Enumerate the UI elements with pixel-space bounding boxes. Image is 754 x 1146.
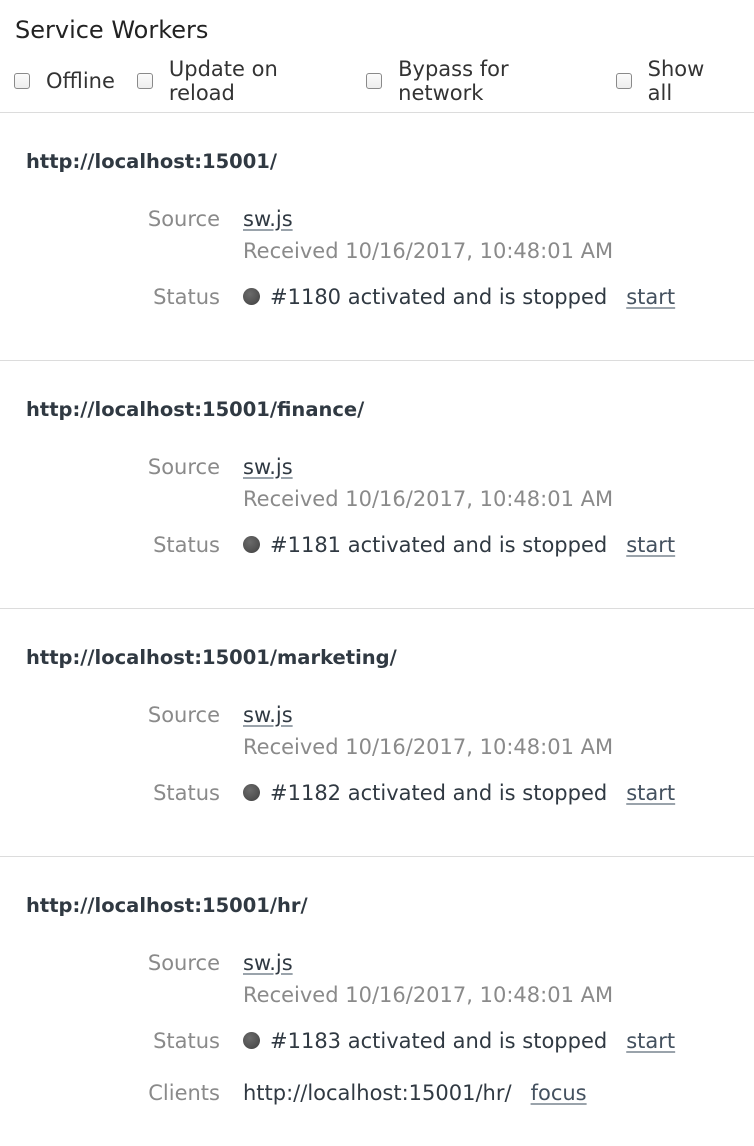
start-link[interactable]: start: [626, 1029, 675, 1053]
update-on-reload-checkbox[interactable]: [136, 73, 153, 89]
focus-link[interactable]: focus: [531, 1081, 587, 1105]
offline-checkbox[interactable]: [14, 73, 30, 89]
source-label: Source: [147, 207, 220, 231]
status-dot-icon: [243, 288, 260, 305]
clients-value: http://localhost:15001/hr/focus: [243, 1079, 587, 1107]
source-link[interactable]: sw.js: [243, 701, 293, 729]
source-link[interactable]: sw.js: [243, 949, 293, 977]
options-toolbar: Offline Update on reload Bypass for netw…: [14, 57, 754, 105]
status-dot-icon: [243, 1032, 260, 1049]
status-label: Status: [153, 285, 220, 309]
source-link[interactable]: sw.js: [243, 205, 293, 233]
status-text: #1182 activated and is stopped: [270, 781, 608, 805]
received-text: Received 10/16/2017, 10:48:01 AM: [243, 239, 614, 263]
clients-label: Clients: [148, 1081, 220, 1105]
worker-entry: http://localhost:15001/ Source sw.js Rec…: [0, 113, 754, 360]
show-all-checkbox[interactable]: [615, 73, 632, 89]
update-on-reload-label: Update on reload: [168, 57, 278, 105]
worker-scope: http://localhost:15001/hr/: [26, 894, 308, 917]
source-link[interactable]: sw.js: [243, 453, 293, 481]
source-label: Source: [147, 951, 220, 975]
worker-entry: http://localhost:15001/finance/ Source s…: [0, 361, 754, 608]
received-text: Received 10/16/2017, 10:48:01 AM: [243, 735, 614, 759]
source-label: Source: [147, 703, 220, 727]
worker-entry: http://localhost:15001/hr/ Source sw.js …: [0, 857, 754, 1146]
worker-scope: http://localhost:15001/: [26, 150, 277, 173]
status-dot-icon: [243, 784, 260, 801]
status-value: #1183 activated and is stopped start: [243, 1027, 675, 1055]
bypass-for-network-checkbox[interactable]: [366, 73, 383, 89]
worker-scope: http://localhost:15001/marketing/: [26, 646, 397, 669]
offline-option[interactable]: Offline: [14, 69, 115, 93]
status-label: Status: [153, 1029, 220, 1053]
status-value: #1182 activated and is stopped start: [243, 779, 675, 807]
status-value: #1180 activated and is stopped start: [243, 283, 675, 311]
status-text: #1180 activated and is stopped: [270, 285, 608, 309]
bypass-for-network-label: Bypass for network: [398, 57, 509, 105]
page-title: Service Workers: [15, 16, 209, 44]
update-on-reload-option[interactable]: Update on reload: [136, 57, 344, 105]
status-label: Status: [153, 533, 220, 557]
bypass-for-network-option[interactable]: Bypass for network: [366, 57, 594, 105]
status-value: #1181 activated and is stopped start: [243, 531, 675, 559]
received-text: Received 10/16/2017, 10:48:01 AM: [243, 983, 614, 1007]
show-all-label: Show all: [647, 57, 705, 105]
start-link[interactable]: start: [626, 285, 675, 309]
worker-scope: http://localhost:15001/finance/: [26, 398, 365, 421]
start-link[interactable]: start: [626, 533, 675, 557]
source-label: Source: [147, 455, 220, 479]
status-label: Status: [153, 781, 220, 805]
status-text: #1183 activated and is stopped: [270, 1029, 608, 1053]
show-all-option[interactable]: Show all: [615, 57, 732, 105]
status-text: #1181 activated and is stopped: [270, 533, 608, 557]
status-dot-icon: [243, 536, 260, 553]
received-text: Received 10/16/2017, 10:48:01 AM: [243, 487, 614, 511]
client-url: http://localhost:15001/hr/: [243, 1081, 512, 1105]
offline-label: Offline: [46, 69, 115, 93]
start-link[interactable]: start: [626, 781, 675, 805]
worker-entry: http://localhost:15001/marketing/ Source…: [0, 609, 754, 856]
